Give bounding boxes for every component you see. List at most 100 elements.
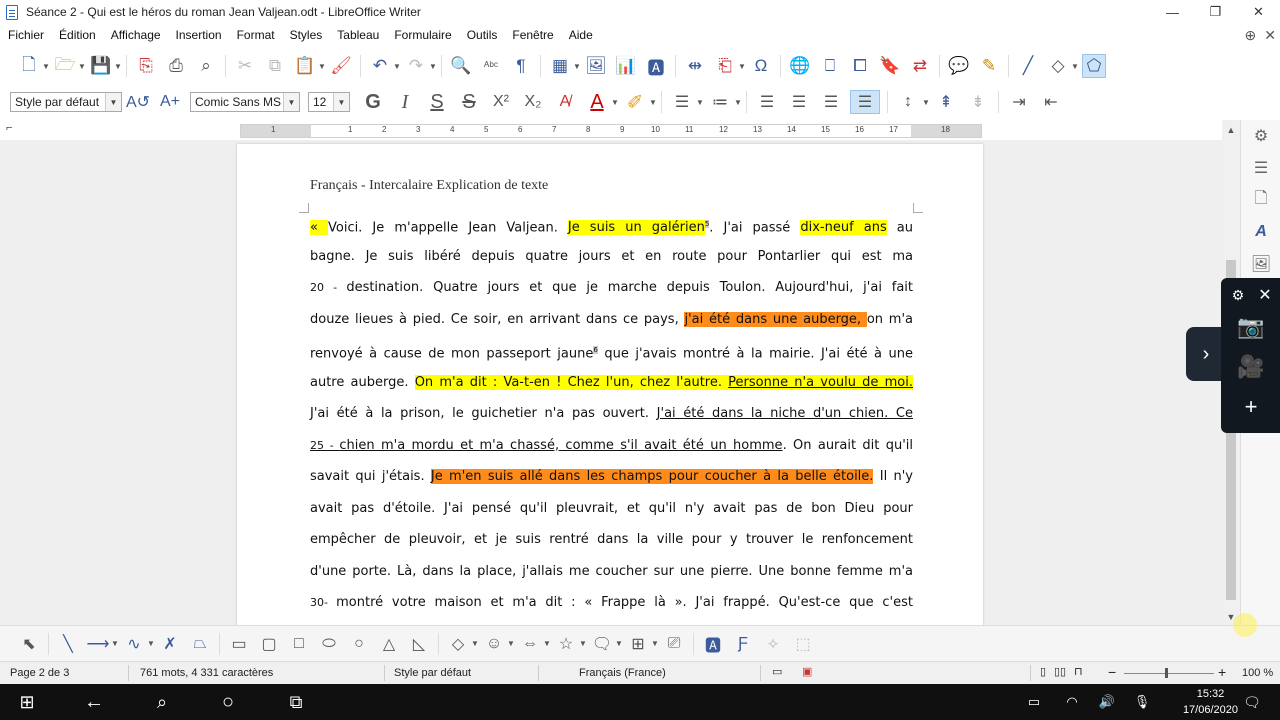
right-triangle-icon[interactable]: ◺ xyxy=(407,632,431,656)
triangle-icon[interactable]: △ xyxy=(377,632,401,656)
chevron-down-icon[interactable]: ▼ xyxy=(611,90,619,114)
update-style-icon[interactable]: A↺ xyxy=(125,90,151,114)
text-line[interactable]: autre auberge. On m'a dit : Va-t-en ! Ch… xyxy=(310,367,913,399)
select-pointer-icon[interactable]: ⬉ xyxy=(17,632,41,656)
cut-icon[interactable]: ✂ xyxy=(233,54,257,78)
zoom-out-icon[interactable]: − xyxy=(1108,664,1116,680)
properties-icon[interactable]: ☰ xyxy=(1241,152,1280,184)
decrease-indent-icon[interactable]: ⇤ xyxy=(1038,90,1064,114)
decrease-paragraph-spacing-icon[interactable]: ⇟ xyxy=(965,90,991,114)
chevron-down-icon[interactable]: ▼ xyxy=(696,90,704,114)
align-center-icon[interactable]: ☰ xyxy=(786,90,812,114)
task-view-icon[interactable]: ⧉ xyxy=(280,684,312,720)
flowchart-icon[interactable]: ⊞ xyxy=(626,632,650,656)
menu-fichier[interactable]: Fichier xyxy=(8,28,44,42)
text-line[interactable]: « Voici. Je m'appelle Jean Valjean. Je s… xyxy=(310,209,913,241)
text-line[interactable]: 25 - chien m'a mordu et m'a chassé, comm… xyxy=(310,430,913,462)
text-line[interactable]: 20 - destination. Quatre jours et que je… xyxy=(310,272,913,304)
align-right-icon[interactable]: ☰ xyxy=(818,90,844,114)
tab-left-icon[interactable]: ⌐ xyxy=(6,122,12,134)
increase-indent-icon[interactable]: ⇥ xyxy=(1006,90,1032,114)
menu-format[interactable]: Format xyxy=(237,28,275,42)
text-line[interactable]: bagne. Je suis libéré depuis quatre jour… xyxy=(310,241,913,273)
scroll-up-icon[interactable]: ▲ xyxy=(1222,122,1240,138)
align-left-icon[interactable]: ☰ xyxy=(754,90,780,114)
plus-icon[interactable]: + xyxy=(1235,392,1267,422)
underline-button[interactable]: S xyxy=(424,90,450,114)
text-line[interactable]: renvoyé à cause de mon passeport jaune6 … xyxy=(310,335,913,367)
freeform-icon[interactable]: ✗ xyxy=(158,632,182,656)
insert-field-icon[interactable]: ⎗ xyxy=(713,54,737,78)
book-view-icon[interactable]: ⊓ xyxy=(1074,665,1083,678)
windows-start-icon[interactable]: ⊞ xyxy=(12,684,42,720)
increase-paragraph-spacing-icon[interactable]: ⇞ xyxy=(933,90,959,114)
menu-formulaire[interactable]: Formulaire xyxy=(394,28,451,42)
text-line[interactable]: savait qui j'étais. Je m'en suis allé da… xyxy=(310,461,913,493)
basic-shapes-icon[interactable]: ◇ xyxy=(446,632,470,656)
chevron-down-icon[interactable]: ▼ xyxy=(283,93,299,111)
formatting-marks-icon[interactable]: ¶ xyxy=(509,54,533,78)
text-line[interactable]: avait pas d'étoile. J'ai pensé qu'il ple… xyxy=(310,493,913,525)
rounded-rectangle-icon[interactable]: ▢ xyxy=(257,632,281,656)
language[interactable]: Français (France) xyxy=(579,667,666,679)
callout-icon[interactable]: 🗨 xyxy=(590,632,614,656)
text-line[interactable]: empêcher de pleuvoir, et je suis rentré … xyxy=(310,524,913,556)
highlight-color-icon[interactable]: ✐ xyxy=(622,90,648,114)
document-page[interactable]: Français - Intercalaire Explication de t… xyxy=(237,144,983,625)
justify-icon[interactable]: ☰ xyxy=(850,90,880,114)
special-character-icon[interactable]: Ω xyxy=(749,54,773,78)
insert-chart-icon[interactable]: 📊 xyxy=(614,54,638,78)
chevron-down-icon[interactable]: ▼ xyxy=(573,54,581,78)
extrusion-icon[interactable]: ⬚ xyxy=(791,632,815,656)
circle-icon[interactable]: ○ xyxy=(347,632,371,656)
new-document-icon[interactable]: 🗋 xyxy=(17,54,41,78)
search-icon[interactable]: ⌕ xyxy=(146,684,178,720)
menu-affichage[interactable]: Affichage xyxy=(111,28,161,42)
undo-icon[interactable]: ↶ xyxy=(368,54,392,78)
page-count[interactable]: Page 2 de 3 xyxy=(10,667,69,679)
italic-button[interactable]: I xyxy=(392,90,418,114)
tab-stop-selector[interactable]: ⌐ xyxy=(0,120,240,140)
text-line[interactable]: d'une porte. Là, dans la place, j'allais… xyxy=(310,556,913,588)
close-document-icon[interactable]: ✕ xyxy=(1264,27,1276,44)
new-style-icon[interactable]: A+ xyxy=(157,90,183,114)
text-line[interactable]: douze lieues à pied. Ce soir, en arrivan… xyxy=(310,304,913,336)
single-page-view-icon[interactable]: ▯ xyxy=(1040,665,1046,678)
chevron-down-icon[interactable]: ▼ xyxy=(42,54,50,78)
curve-icon[interactable]: ∿ xyxy=(122,632,146,656)
redo-icon[interactable]: ↷ xyxy=(404,54,428,78)
microphone-icon[interactable]: 🎙 xyxy=(1130,684,1154,720)
smiley-icon[interactable]: ☺ xyxy=(482,632,506,656)
video-camera-icon[interactable]: 🎥 xyxy=(1235,352,1267,382)
menu-edition[interactable]: Édition xyxy=(59,28,96,42)
clear-formatting-icon[interactable]: A̸ xyxy=(552,90,578,114)
bookmark-icon[interactable]: 🔖 xyxy=(878,54,902,78)
settings-icon[interactable]: ⚙ xyxy=(1241,120,1280,152)
chevron-down-icon[interactable]: ▼ xyxy=(507,632,515,656)
insert-image-icon[interactable]: 🖼 xyxy=(584,54,608,78)
font-size-select[interactable]: 12 ▼ xyxy=(308,92,350,112)
insert-mode-icon[interactable]: ▭ xyxy=(772,665,782,678)
save-icon[interactable]: 💾 xyxy=(89,54,113,78)
menu-outils[interactable]: Outils xyxy=(467,28,498,42)
chevron-down-icon[interactable]: ▼ xyxy=(471,632,479,656)
font-name-select[interactable]: Comic Sans MS ▼ xyxy=(190,92,300,112)
line-icon[interactable]: ╱ xyxy=(1016,54,1040,78)
styles-icon[interactable]: A xyxy=(1241,216,1280,248)
print-preview-icon[interactable]: ⌕ xyxy=(194,54,218,78)
open-folder-icon[interactable]: 🗁 xyxy=(53,54,77,78)
chevron-down-icon[interactable]: ▼ xyxy=(393,54,401,78)
chevron-down-icon[interactable]: ▼ xyxy=(333,93,349,111)
chevron-down-icon[interactable]: ▼ xyxy=(114,54,122,78)
menu-tableau[interactable]: Tableau xyxy=(337,28,379,42)
comment-icon[interactable]: 💬 xyxy=(947,54,971,78)
font-color-icon[interactable]: A xyxy=(584,90,610,114)
draw-functions-icon[interactable]: ⬠ xyxy=(1082,54,1106,78)
notifications-icon[interactable]: 🗨 xyxy=(1240,684,1264,720)
chevron-down-icon[interactable]: ▼ xyxy=(734,90,742,114)
chevron-down-icon[interactable]: ▼ xyxy=(543,632,551,656)
text-line[interactable]: 30- montré votre maison et m'a dit : « F… xyxy=(310,587,913,619)
horizontal-ruler[interactable]: 1 1 2 3 4 5 6 7 8 9 10 11 12 13 14 15 16… xyxy=(240,124,982,138)
rectangle-icon[interactable]: ▭ xyxy=(227,632,251,656)
page-break-icon[interactable]: ⇹ xyxy=(683,54,707,78)
